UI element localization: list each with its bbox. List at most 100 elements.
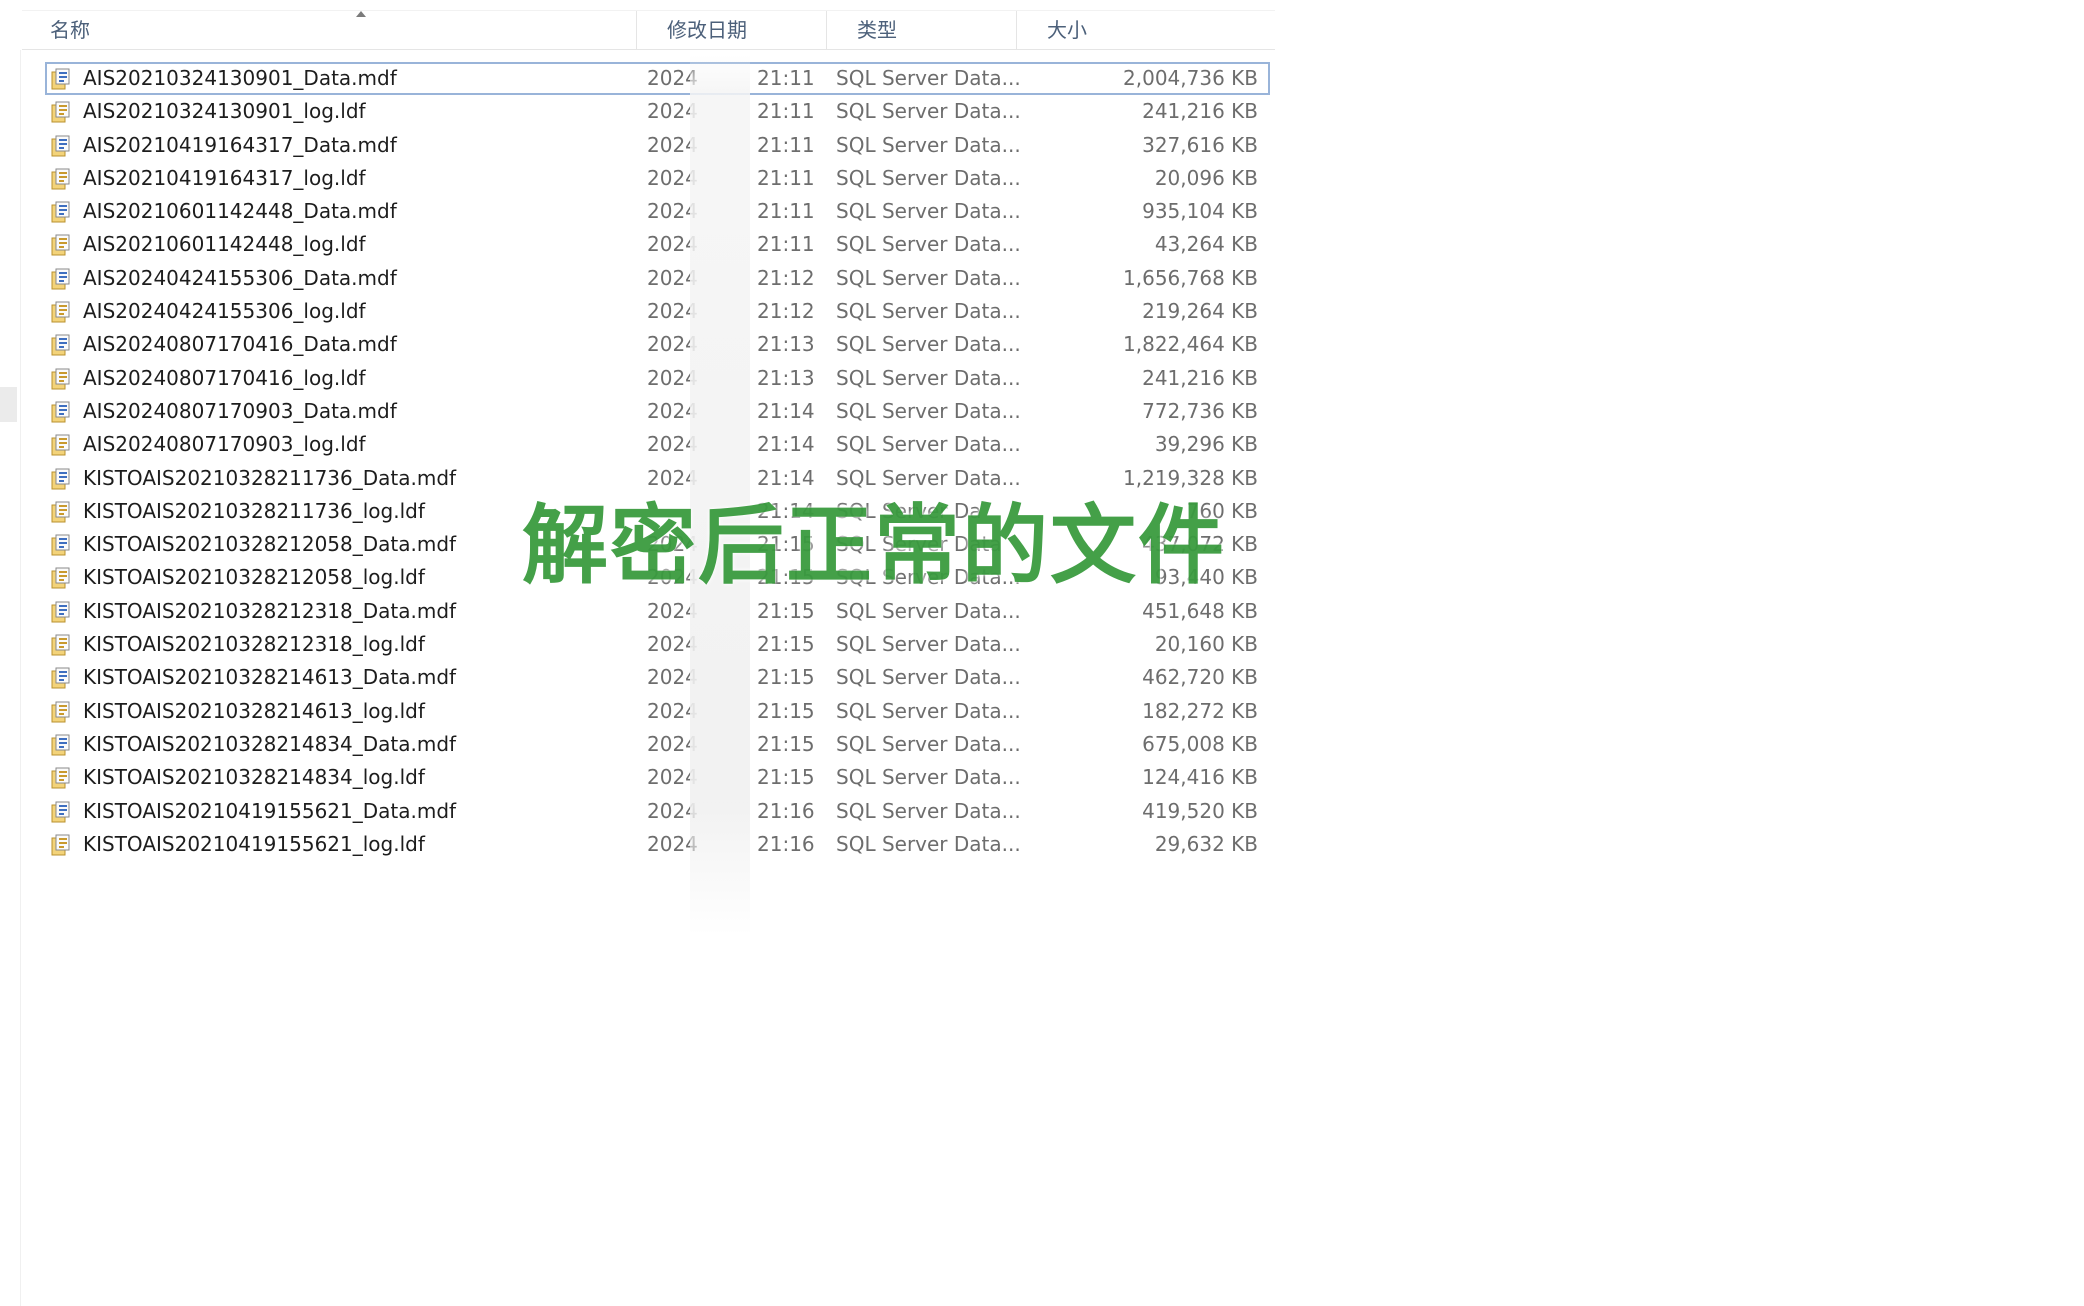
file-row[interactable]: KISTOAIS20210328212318_log.ldf 2024 21:15 S…: [45, 628, 1270, 661]
file-name: KISTOAIS20210328214613_Data.mdf: [83, 665, 457, 690]
file-size: 462,720 KB: [1142, 665, 1258, 690]
column-header-type[interactable]: 类型: [827, 11, 1017, 50]
file-name: KISTOAIS20210328214834_Data.mdf: [83, 731, 457, 756]
file-type: SQL Server Data...: [836, 199, 1021, 224]
file-row[interactable]: KISTOAIS20210419155621_Data.mdf 2024 21:16…: [45, 795, 1270, 828]
watermark-caption: 解密后正常的文件: [522, 496, 1226, 596]
database-file-icon: [51, 601, 71, 623]
file-name: AIS20240807170903_log.ldf: [83, 432, 366, 457]
file-name: KISTOAIS20210419155621_Data.mdf: [83, 798, 457, 823]
column-header-date-label: 修改日期: [667, 18, 747, 42]
file-modified-time: 21:14: [757, 432, 815, 457]
database-file-icon: [51, 667, 71, 689]
file-row[interactable]: KISTOAIS20210419155621_log.ldf 2024 21:16 S…: [45, 828, 1270, 861]
file-name: AIS20240424155306_Data.mdf: [83, 265, 397, 290]
file-type: SQL Server Data...: [836, 365, 1021, 390]
file-modified-time: 21:11: [757, 132, 815, 157]
file-row[interactable]: KISTOAIS20210328214613_log.ldf 2024 21:15 S…: [45, 695, 1270, 728]
database-file-icon: [51, 334, 71, 356]
database-file-icon: [51, 801, 71, 823]
file-modified-time: 21:11: [757, 199, 815, 224]
file-name: KISTOAIS20210328214613_log.ldf: [83, 698, 425, 723]
file-row[interactable]: AIS20240807170416_log.ldf 2024 21:13 SQL Se…: [45, 362, 1270, 395]
log-file-icon: [51, 634, 71, 656]
file-row[interactable]: AIS20240807170416_Data.mdf 2024 21:13 SQL S…: [45, 328, 1270, 361]
file-row[interactable]: AIS20210419164317_Data.mdf 2024 21:11 SQL S…: [45, 129, 1270, 162]
file-size: 124,416 KB: [1142, 765, 1258, 790]
column-header-size[interactable]: 大小: [1017, 11, 1275, 50]
file-type: SQL Server Data...: [836, 232, 1021, 257]
file-row[interactable]: AIS20210324130901_Data.mdf 2024 21:11 SQL S…: [45, 62, 1270, 96]
file-name: AIS20240807170903_Data.mdf: [83, 398, 397, 423]
file-name: KISTOAIS20210328212058_Data.mdf: [83, 532, 457, 557]
log-file-icon: [51, 168, 71, 190]
file-type: SQL Server Data...: [836, 398, 1021, 423]
file-modified-time: 21:12: [757, 265, 815, 290]
file-row[interactable]: AIS20210601142448_Data.mdf 2024 21:11 SQL S…: [45, 195, 1270, 228]
file-row[interactable]: KISTOAIS20210328214834_Data.mdf 2024 21:15…: [45, 728, 1270, 761]
file-size: 2,004,736 KB: [1123, 66, 1258, 90]
file-name: KISTOAIS20210328211736_Data.mdf: [83, 465, 457, 490]
file-name: KISTOAIS20210419155621_log.ldf: [83, 831, 425, 856]
file-row[interactable]: AIS20240807170903_Data.mdf 2024 21:14 SQL S…: [45, 395, 1270, 428]
file-type: SQL Server Data...: [836, 632, 1021, 657]
log-file-icon: [51, 301, 71, 323]
file-modified-time: 21:15: [757, 765, 815, 790]
file-list: AIS20210324130901_Data.mdf 2024 21:11 SQL S…: [45, 62, 1270, 861]
column-header-name[interactable]: 名称: [22, 11, 637, 50]
file-name: AIS20240424155306_log.ldf: [83, 299, 366, 324]
log-file-icon: [51, 501, 71, 523]
file-size: 29,632 KB: [1154, 831, 1258, 856]
log-file-icon: [51, 234, 71, 256]
log-file-icon: [51, 101, 71, 123]
database-file-icon: [51, 534, 71, 556]
file-name: AIS20240807170416_Data.mdf: [83, 332, 397, 357]
file-modified-time: 21:12: [757, 299, 815, 324]
file-row[interactable]: KISTOAIS20210328214834_log.ldf 2024 21:15 S…: [45, 761, 1270, 794]
file-row[interactable]: AIS20240807170903_log.ldf 2024 21:14 SQL Se…: [45, 428, 1270, 461]
database-file-icon: [51, 201, 71, 223]
file-size: 1,656,768 KB: [1123, 265, 1258, 290]
file-modified-time: 21:11: [757, 99, 815, 124]
file-name: KISTOAIS20210328212058_log.ldf: [83, 565, 425, 590]
file-explorer-view: 名称 修改日期 类型 大小 AIS20210324130901_Data.mdf…: [0, 0, 2084, 1306]
column-header-size-label: 大小: [1047, 18, 1087, 42]
file-modified-time: 21:16: [757, 798, 815, 823]
file-modified-time: 21:14: [757, 398, 815, 423]
file-row[interactable]: AIS20210601142448_log.ldf 2024 21:11 SQL Se…: [45, 228, 1270, 261]
log-file-icon: [51, 567, 71, 589]
file-size: 39,296 KB: [1154, 432, 1258, 457]
navigation-pane-edge[interactable]: [0, 387, 17, 422]
file-type: SQL Server Data...: [836, 698, 1021, 723]
log-file-icon: [51, 368, 71, 390]
file-row[interactable]: KISTOAIS20210328214613_Data.mdf 2024 21:15…: [45, 661, 1270, 694]
file-name: AIS20210419164317_Data.mdf: [83, 132, 397, 157]
file-row[interactable]: AIS20240424155306_log.ldf 2024 21:12 SQL Se…: [45, 295, 1270, 328]
file-size: 182,272 KB: [1142, 698, 1258, 723]
sort-ascending-icon: [356, 11, 366, 17]
database-file-icon: [51, 734, 71, 756]
file-size: 219,264 KB: [1142, 299, 1258, 324]
log-file-icon: [51, 434, 71, 456]
file-name: AIS20210324130901_log.ldf: [83, 99, 366, 124]
file-size: 241,216 KB: [1142, 99, 1258, 124]
file-modified-time: 21:11: [757, 232, 815, 257]
pane-divider: [20, 50, 21, 1306]
column-header-bar: 名称 修改日期 类型 大小: [22, 10, 1275, 50]
file-type: SQL Server Data...: [836, 831, 1021, 856]
file-name: AIS20210601142448_Data.mdf: [83, 199, 397, 224]
file-row[interactable]: AIS20210324130901_log.ldf 2024 21:11 SQL Se…: [45, 95, 1270, 128]
file-type: SQL Server Data...: [836, 665, 1021, 690]
file-modified-time: 21:15: [757, 731, 815, 756]
file-type: SQL Server Data...: [836, 265, 1021, 290]
file-size: 43,264 KB: [1154, 232, 1258, 257]
file-size: 327,616 KB: [1142, 132, 1258, 157]
file-row[interactable]: AIS20210419164317_log.ldf 2024 21:11 SQL Se…: [45, 162, 1270, 195]
file-row[interactable]: AIS20240424155306_Data.mdf 2024 21:12 SQL S…: [45, 262, 1270, 295]
file-modified-time: 21:11: [757, 165, 815, 190]
file-name: AIS20210324130901_Data.mdf: [83, 66, 397, 90]
column-header-name-label: 名称: [50, 18, 90, 42]
column-header-date[interactable]: 修改日期: [637, 11, 827, 50]
database-file-icon: [51, 268, 71, 290]
file-type: SQL Server Data...: [836, 432, 1021, 457]
